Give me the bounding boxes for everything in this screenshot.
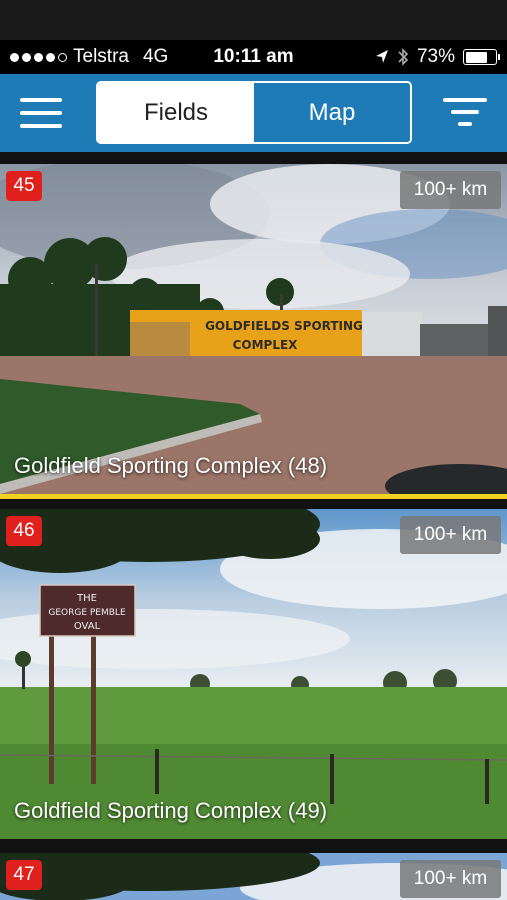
menu-icon[interactable] xyxy=(20,98,62,128)
field-card[interactable]: THE GEORGE PEMBLE OVAL 46 100+ km Goldfi… xyxy=(0,509,507,839)
distance-label: 100+ km xyxy=(400,516,501,554)
top-bezel xyxy=(0,0,507,40)
separator xyxy=(0,152,507,164)
field-number-badge: 46 xyxy=(6,516,42,546)
tab-fields[interactable]: Fields xyxy=(98,83,254,142)
status-bar: Telstra 4G 10:11 am 73% xyxy=(0,40,507,74)
field-photo: THE GEORGE PEMBLE OVAL xyxy=(0,509,507,839)
separator xyxy=(0,499,507,509)
sign-text-line2: COMPLEX xyxy=(233,338,299,352)
field-number-badge: 47 xyxy=(6,860,42,890)
field-title: Goldfield Sporting Complex (49) xyxy=(14,798,328,823)
distance-label: 100+ km xyxy=(400,171,501,209)
view-switcher: Fields Map xyxy=(96,81,412,144)
nav-bar: Fields Map xyxy=(0,74,507,152)
filter-icon[interactable] xyxy=(443,98,487,130)
sign-text-line3: OVAL xyxy=(74,621,101,632)
distance-label: 100+ km xyxy=(400,860,501,898)
battery-icon xyxy=(463,49,500,65)
field-title: Goldfield Sporting Complex (48) xyxy=(14,453,328,478)
field-photo: GOLDFIELDS SPORTING COMPLEX xyxy=(0,164,507,494)
location-arrow-icon xyxy=(375,50,388,63)
sign-text-line2: GEORGE PEMBLE xyxy=(48,608,126,618)
status-right: 73% xyxy=(375,40,500,74)
sign-text-line1: THE xyxy=(76,593,97,604)
field-number-badge: 45 xyxy=(6,171,42,201)
battery-percent: 73% xyxy=(416,46,455,67)
sign-text-line1: GOLDFIELDS SPORTING xyxy=(205,319,363,333)
field-card[interactable]: GOLDFIELDS SPORTING COMPLEX 45 100+ km G… xyxy=(0,164,507,494)
tab-map[interactable]: Map xyxy=(254,83,410,142)
separator xyxy=(0,839,507,853)
field-card[interactable]: 47 100+ km xyxy=(0,853,507,900)
bluetooth-icon xyxy=(398,48,409,66)
